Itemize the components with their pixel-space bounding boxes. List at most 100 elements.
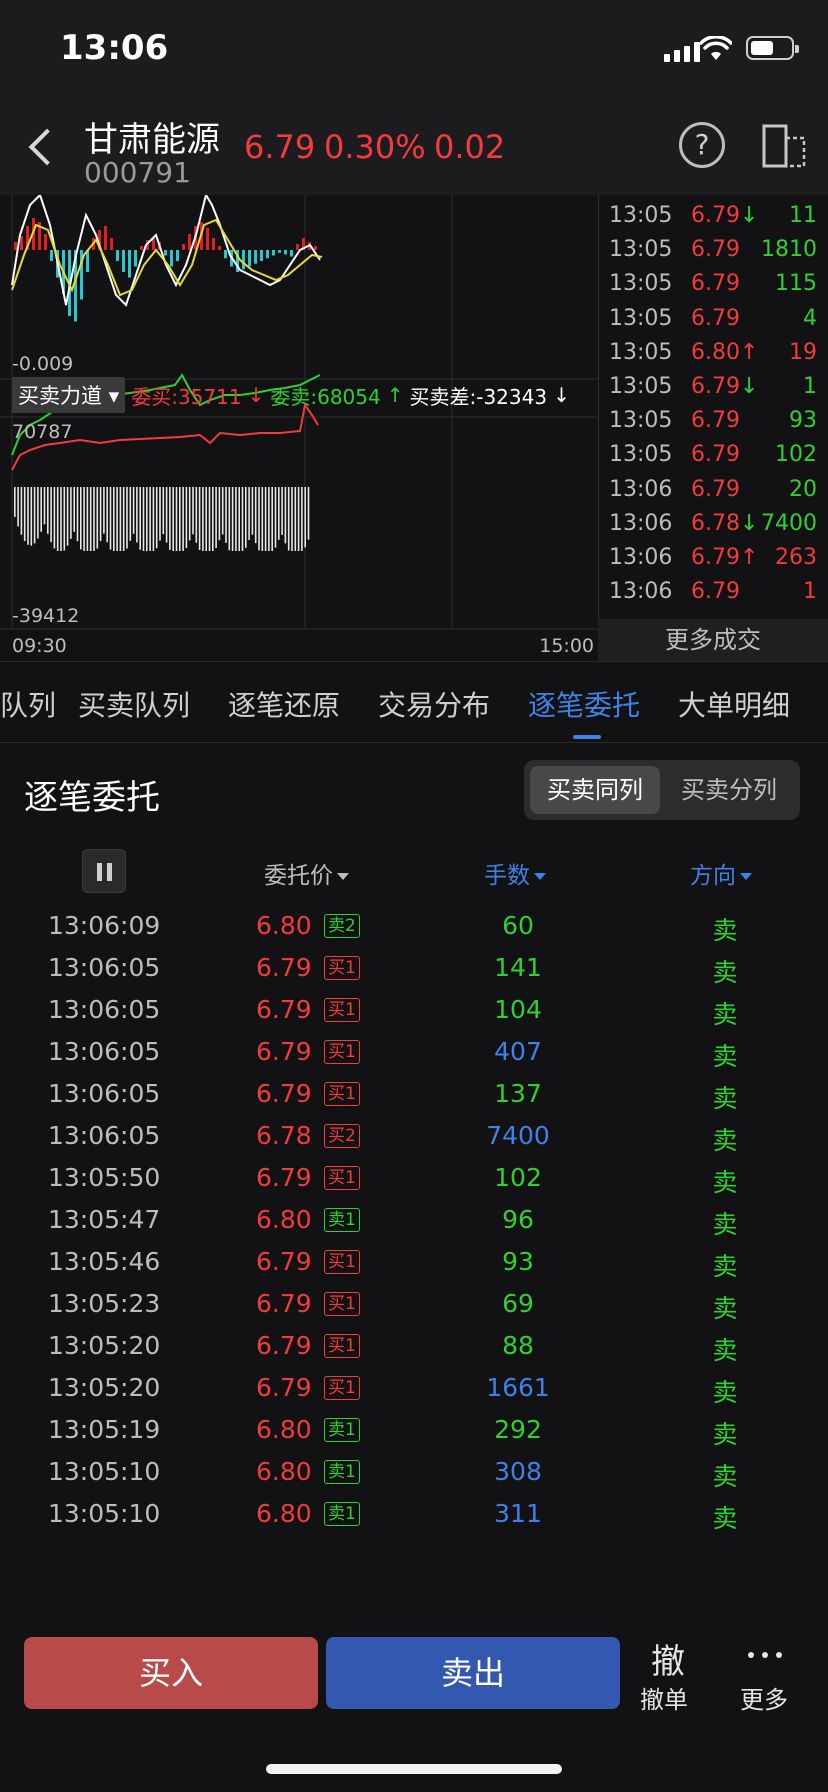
tab-queue[interactable]: 队列 [0,684,56,724]
tick-time: 13:06 [609,545,673,570]
order-row[interactable]: 13:06:09 6.80 卖2 60 卖 [0,905,828,953]
tab-bid-ask-queue[interactable]: 买卖队列 [78,684,190,724]
col-direction-header[interactable]: 方向 [690,856,752,890]
order-row[interactable]: 13:06:05 6.79 买1 137 卖 [0,1073,828,1121]
macd-bar [260,250,263,261]
cancel-order-label[interactable]: 撤单 [640,1680,688,1715]
power-bar [245,487,247,548]
toggle-combined[interactable]: 买卖同列 [530,766,660,814]
tab-large-orders[interactable]: 大单明细 [678,684,790,724]
order-row[interactable]: 13:05:46 6.79 买1 93 卖 [0,1241,828,1289]
order-time: 13:05:20 [48,1331,161,1360]
order-row[interactable]: 13:05:20 6.79 买1 88 卖 [0,1325,828,1373]
more-trades-button[interactable]: 更多成交 [598,619,828,661]
macd-bar [284,250,287,255]
order-level-badge: 买2 [324,1124,360,1148]
macd-bar [122,250,125,272]
order-row[interactable]: 13:05:47 6.80 卖1 96 卖 [0,1199,828,1247]
order-direction: 卖 [712,1504,738,1533]
tick-price: 6.79↓ [691,203,758,228]
tick-price-value: 6.79 [691,271,740,297]
macd-bar [176,250,179,261]
col-lots-label: 手数 [484,863,530,889]
tab-underline [573,735,601,739]
order-time: 13:05:50 [48,1163,161,1192]
tick-volume: 20 [789,476,817,502]
order-row[interactable]: 13:05:50 6.79 买1 102 卖 [0,1157,828,1205]
tick-volume: 11 [789,203,817,228]
col-price-header[interactable]: 委托价 [264,856,349,890]
order-row[interactable]: 13:05:23 6.79 买1 69 卖 [0,1283,828,1331]
indicator-select[interactable]: 买卖力道 ▾ [12,377,126,413]
macd-bar [188,234,191,250]
order-price: 6.79 [256,1079,312,1108]
order-level-badge: 买1 [324,998,360,1022]
power-bar [202,487,204,551]
tick-time: 13:05 [609,374,673,399]
layout-switch-icon[interactable] [762,124,806,168]
order-lots: 407 [494,1037,542,1066]
more-dots-icon[interactable] [748,1652,784,1660]
macd-bar [140,246,143,250]
more-label[interactable]: 更多 [740,1680,788,1715]
tick-price: 6.79 [691,442,740,467]
order-direction: 卖 [712,958,738,987]
order-time: 13:05:47 [48,1205,161,1234]
cancel-order-icon[interactable]: 撤 [646,1634,690,1683]
power-bar [129,487,132,541]
tick-time: 13:05 [609,203,673,228]
intraday-chart[interactable]: -0.009 买卖力道 ▾ 委买:35711 ↓ 委卖:68054 ↑ 买卖差:-3… [0,195,598,660]
order-lots: 308 [494,1457,542,1486]
tick-time: 13:05 [609,442,673,468]
tick-row: 13:06 6.79 1 [599,579,828,613]
tick-price-value: 6.79 [691,442,740,468]
back-arrow-icon[interactable] [24,122,64,172]
tick-price-value: 6.80 [691,339,740,365]
order-row[interactable]: 13:05:10 6.80 卖1 311 卖 [0,1493,828,1541]
macd-bar [266,250,269,259]
power-bar [185,487,188,549]
order-row[interactable]: 13:05:19 6.80 卖1 292 卖 [0,1409,828,1457]
tick-volume: 263 [775,545,817,570]
tick-price-value: 6.79 [691,374,740,399]
help-icon[interactable]: ? [679,122,725,168]
buy-button[interactable]: 买入 [24,1637,318,1709]
tick-volume: 1 [803,579,817,605]
power-bar [251,487,254,535]
order-time: 13:06:05 [48,1079,161,1108]
pause-icon[interactable] [82,849,126,893]
col-lots-header[interactable]: 手数 [484,856,546,890]
indicator-bar: 买卖力道 ▾ 委买:35711 ↓ 委卖:68054 ↑ 买卖差:-32343 ↓ [12,377,598,413]
status-time: 13:06 [60,28,169,68]
time-end-label: 15:00 [539,635,594,657]
order-row[interactable]: 13:05:20 6.79 买1 1661 卖 [0,1367,828,1415]
tick-volume: 1810 [761,237,817,263]
order-lots: 292 [494,1415,542,1444]
toggle-split[interactable]: 买卖分列 [664,766,794,814]
power-min-label: -39412 [12,605,80,627]
order-price: 6.79 [256,1247,312,1276]
order-row[interactable]: 13:06:05 6.79 买1 141 卖 [0,947,828,995]
tab-tick-orders[interactable]: 逐笔委托 [528,684,640,724]
power-bar [192,487,194,535]
tick-time: 13:05 [609,237,673,263]
power-bar [215,487,217,548]
tick-list[interactable]: 13:05 6.79↓ 11 13:05 6.79 1810 13:05 6.79 115 13:… [598,195,828,619]
tab-trade-distribution[interactable]: 交易分布 [378,684,490,724]
order-list[interactable]: 13:06:09 6.80 卖2 60 卖 13:06:05 6.79 买1 141 卖 13:06… [0,905,828,1615]
power-bar [89,487,92,551]
tick-row: 13:05 6.79 93 [599,408,828,442]
power-bar [70,487,72,539]
order-direction: 卖 [712,1084,738,1113]
tab-tick-restore[interactable]: 逐笔还原 [228,684,340,724]
power-bar [258,487,260,551]
power-bar [56,487,59,551]
sell-button[interactable]: 卖出 [326,1637,620,1709]
order-row[interactable]: 13:05:10 6.80 卖1 308 卖 [0,1451,828,1499]
power-bar [86,487,89,551]
power-bar [254,487,257,544]
order-row[interactable]: 13:06:05 6.79 买1 104 卖 [0,989,828,1037]
order-row[interactable]: 13:06:05 6.79 买1 407 卖 [0,1031,828,1079]
order-row[interactable]: 13:06:05 6.78 买2 7400 卖 [0,1115,828,1163]
tick-row: 13:05 6.79 102 [599,442,828,476]
